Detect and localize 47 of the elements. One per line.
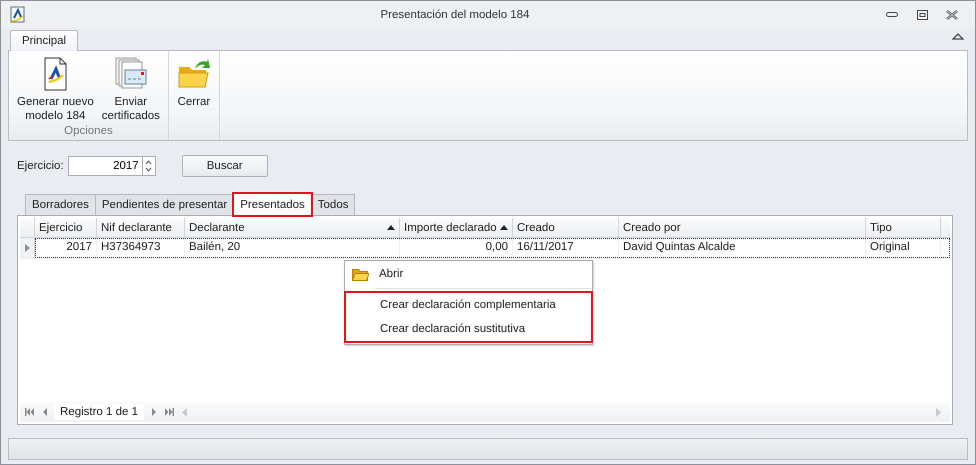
scroll-right-icon	[936, 408, 942, 416]
column-header[interactable]: Creado por	[619, 218, 866, 237]
certificates-icon	[114, 57, 148, 91]
spin-button[interactable]	[142, 156, 156, 176]
close-icon	[946, 10, 958, 20]
folder-icon	[352, 268, 368, 280]
last-page-icon	[164, 408, 174, 416]
maximize-icon	[916, 10, 928, 20]
column-header[interactable]: Ejercicio	[35, 218, 97, 237]
first-page-button[interactable]	[22, 406, 36, 418]
ribbon-button[interactable]: Cerrar	[172, 55, 215, 122]
tab[interactable]: Todos	[310, 194, 356, 215]
menu-item[interactable]: Crear declaración complementaria	[346, 293, 591, 317]
spin-arrows-icon	[145, 160, 152, 172]
table-cell: Bailén, 20	[185, 238, 400, 258]
window-title: Presentación del modelo 184	[380, 8, 530, 20]
table-cell: 0,00	[400, 238, 513, 258]
chevron-up-icon	[952, 33, 964, 41]
app-icon	[9, 6, 27, 24]
column-header[interactable]: Nif declarante	[97, 218, 185, 237]
menu-item[interactable]: Crear declaración sustitutiva	[346, 317, 591, 341]
table-cell: Original	[866, 238, 941, 258]
table-cell: 2017	[35, 238, 97, 258]
column-header[interactable]: Creado	[513, 218, 619, 237]
search-button[interactable]: Buscar	[182, 155, 268, 177]
field-label: Ejercicio:	[17, 160, 64, 172]
table-cell: 16/11/2017	[513, 238, 619, 258]
group-label: Opciones	[63, 125, 114, 138]
menu-item[interactable]: Abrir	[345, 262, 592, 286]
tab[interactable]: Pendientes de presentar	[94, 194, 234, 215]
tab[interactable]: Presentados	[233, 193, 312, 216]
minimize-icon	[886, 12, 898, 18]
scroll-left-icon	[182, 408, 188, 416]
record-counter: Registro 1 de 1	[54, 404, 144, 420]
ribbon-button[interactable]: Generar nuevo modelo 184	[13, 55, 98, 125]
table-cell: H37364973	[97, 238, 185, 258]
column-header[interactable]: Declarante	[185, 218, 400, 237]
ribbon-button[interactable]: Enviar certificados	[98, 55, 164, 125]
last-page-button[interactable]	[162, 406, 176, 418]
first-page-icon	[24, 408, 34, 416]
column-header[interactable]: Tipo	[866, 218, 941, 237]
tab[interactable]: Borradores	[25, 194, 96, 215]
table-cell: David Quintas Alcalde	[619, 238, 866, 258]
previous-page-icon	[40, 408, 50, 416]
column-header[interactable]: Importe declarado	[400, 218, 513, 237]
ribbon-tab[interactable]: Principal	[10, 30, 78, 51]
year-field[interactable]: 2017	[68, 156, 142, 176]
